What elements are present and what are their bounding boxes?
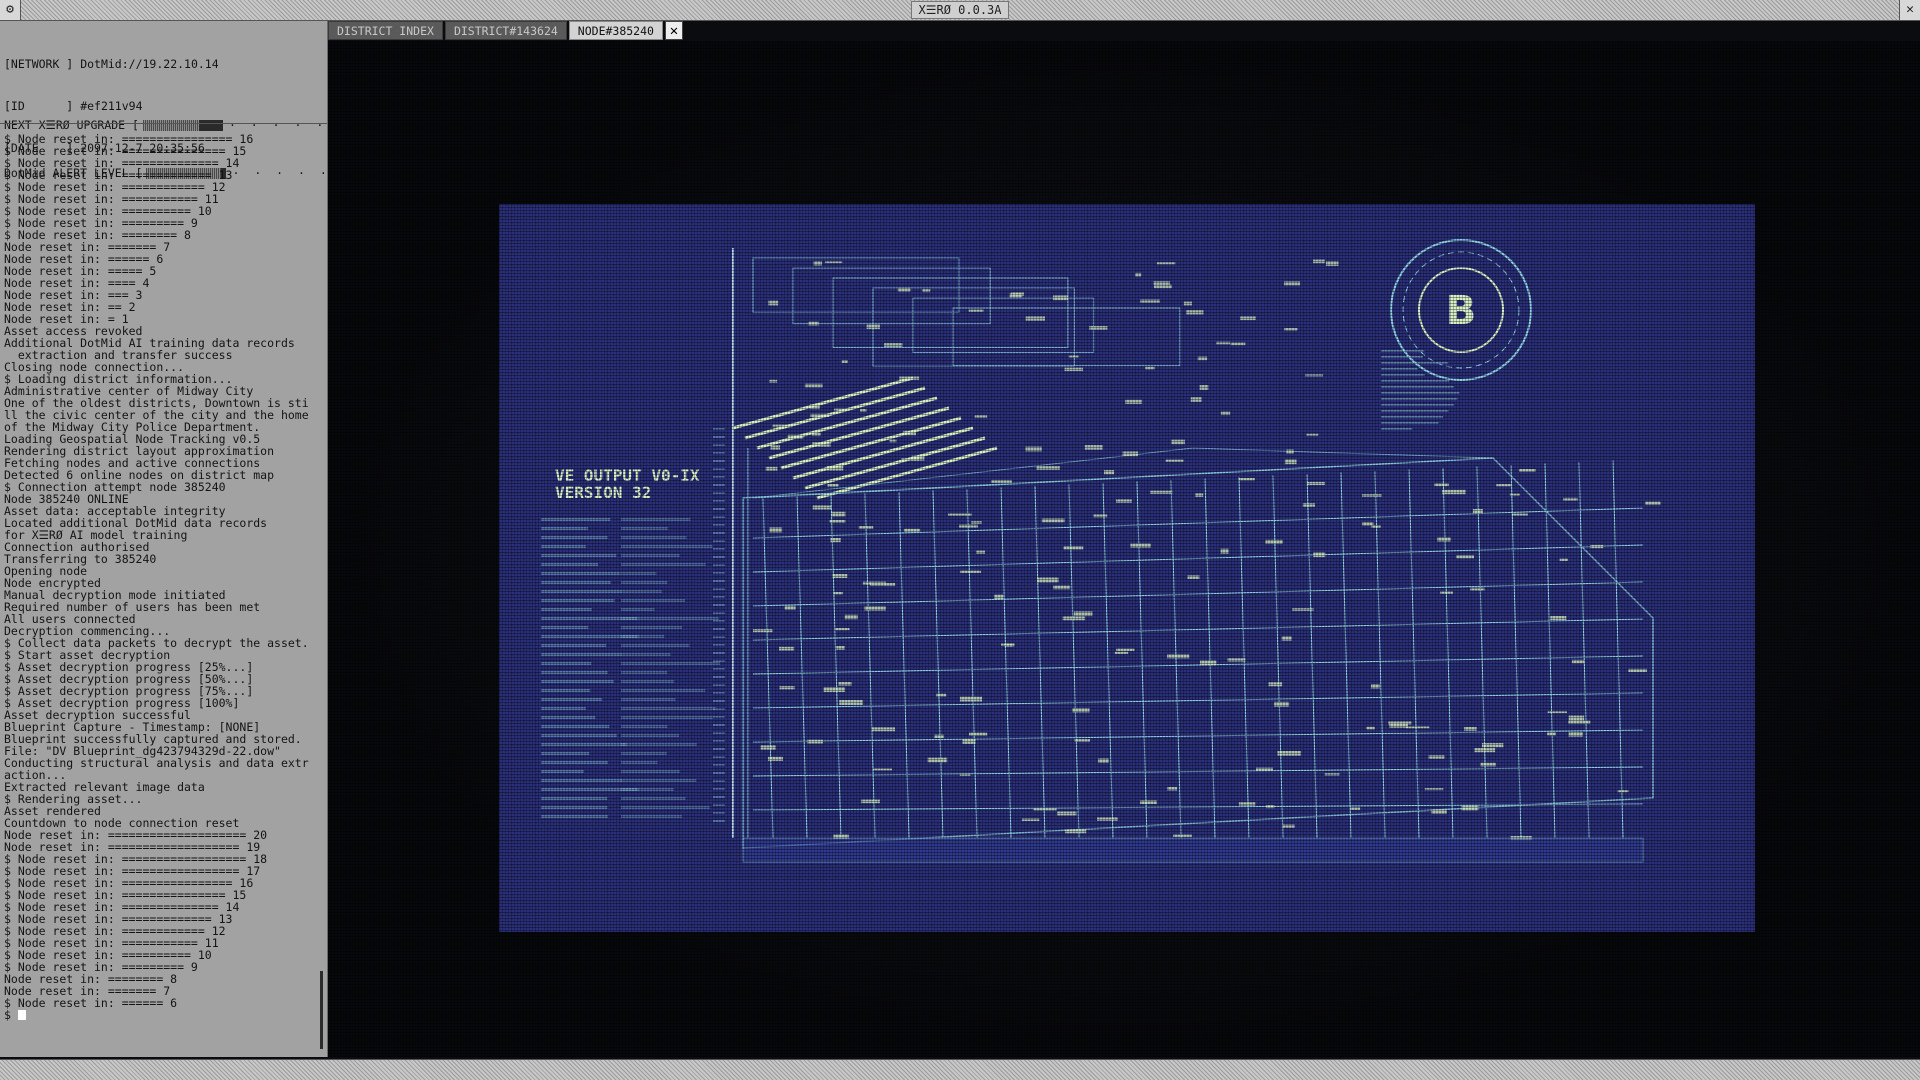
tab-bar: DISTRICT INDEX DISTRICT#143624 NODE#3852…	[328, 21, 683, 40]
window-title: X☰RØ 0.0.3A	[911, 1, 1009, 19]
gear-icon[interactable]: ⚙	[0, 0, 21, 20]
text-cursor	[17, 1010, 26, 1020]
upgrade-progress-bar	[142, 119, 223, 131]
terminal-log[interactable]: $ Node reset in: ================ 16 $ No…	[4, 133, 310, 1053]
upgrade-label: NEXT X☰RØ UPGRADE [	[4, 118, 139, 132]
blueprint-image: VE OUTPUT V0-IX VERSION 32 B	[499, 204, 1755, 932]
network-row: [NETWORK ] DotMid://19.22.10.14	[4, 57, 219, 71]
log-scrollbar[interactable]	[320, 971, 323, 1049]
blueprint-label-line2: VERSION 32	[555, 483, 651, 502]
title-bar: ⚙ X☰RØ 0.0.3A ✕	[0, 0, 1920, 21]
upgrade-meter: NEXT X☰RØ UPGRADE [ · · · · · ·]	[4, 117, 360, 133]
network-label: [NETWORK ]	[4, 57, 74, 71]
log-line: One of the oldest districts, Downtown is…	[4, 396, 309, 434]
asset-viewer: VE OUTPUT V0-IX VERSION 32 B	[328, 41, 1920, 1057]
tab-node-385240[interactable]: NODE#385240	[568, 21, 663, 40]
network-value: DotMid://19.22.10.14	[80, 57, 219, 71]
emblem-letter: B	[1446, 288, 1477, 334]
command-prompt[interactable]: $	[4, 1009, 310, 1021]
log-line: Conducting structural analysis and data …	[4, 756, 309, 782]
bottom-bar	[0, 1059, 1920, 1080]
close-tab-icon[interactable]: ✕	[664, 21, 683, 40]
terminal-panel: [NETWORK ] DotMid://19.22.10.14 [ID ] #e…	[0, 21, 360, 1057]
log-line: $ Node reset in: ====== 6	[4, 996, 178, 1010]
panel-divider	[0, 123, 327, 124]
close-icon[interactable]: ✕	[1899, 0, 1920, 20]
tab-district-index[interactable]: DISTRICT INDEX	[328, 21, 443, 40]
tab-district-143624[interactable]: DISTRICT#143624	[444, 21, 567, 40]
